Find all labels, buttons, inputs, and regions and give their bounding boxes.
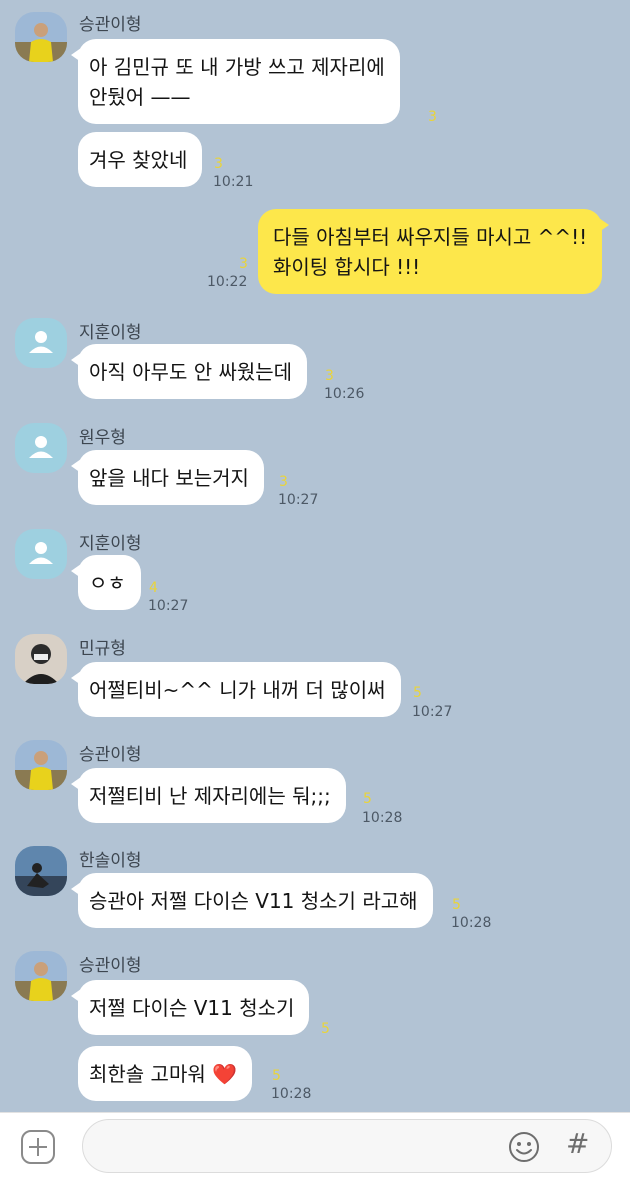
- sender-name: 승관이형: [79, 956, 142, 976]
- emoji-button[interactable]: [508, 1131, 540, 1163]
- message-bubble[interactable]: 겨우 찾았네: [78, 132, 203, 187]
- avatar-wonwoo[interactable]: [15, 423, 67, 473]
- message-line: 다들 아침부터 싸우지들 마시고 ^^!!: [273, 225, 588, 249]
- unread-count: 5: [452, 897, 461, 913]
- timestamp: 10:27: [278, 492, 319, 508]
- avatar-mingyu[interactable]: [15, 634, 67, 684]
- message-bubble[interactable]: 어쩔티비~^^ 니가 내꺼 더 많이써: [71, 662, 401, 717]
- message-bubble[interactable]: 승관아 저쩔 다이슨 V11 청소기 라고해: [71, 873, 433, 928]
- message-bubble[interactable]: 아 김민규 또 내 가방 쓰고 제자리에 안뒀어 ——: [71, 39, 400, 124]
- avatar-seunggwan[interactable]: [15, 12, 67, 62]
- message-input-bar: #: [0, 1112, 630, 1200]
- unread-count: 4: [149, 580, 158, 596]
- timestamp: 10:28: [362, 810, 403, 826]
- default-profile-icon: [29, 542, 53, 564]
- message-bubble[interactable]: 앞을 내다 보는거지: [71, 450, 264, 505]
- profile-photo-icon: [15, 740, 67, 790]
- message-line: 최한솔 고마워 ❤️: [89, 1062, 238, 1086]
- chat-area[interactable]: 승관이형 아 김민규 또 내 가방 쓰고 제자리에 안뒀어 —— 3 겨우 찾았…: [0, 0, 630, 1112]
- unread-count: 3: [279, 474, 288, 490]
- sender-name: 민규형: [79, 639, 126, 659]
- unread-count: 5: [321, 1021, 330, 1037]
- message-line: ㅇㅎ: [89, 571, 126, 595]
- profile-photo-icon: [15, 12, 67, 62]
- hash-icon[interactable]: #: [566, 1127, 589, 1161]
- default-profile-icon: [29, 331, 53, 353]
- message-line: 화이팅 합시다 !!!: [273, 255, 421, 279]
- default-profile-icon: [29, 436, 53, 458]
- unread-count: 3: [325, 368, 334, 384]
- my-message-bubble[interactable]: 다들 아침부터 싸우지들 마시고 ^^!! 화이팅 합시다 !!!: [258, 209, 610, 294]
- sender-name: 지훈이형: [79, 323, 142, 343]
- message-line: 앞을 내다 보는거지: [89, 466, 249, 490]
- message-line: 안뒀어 ——: [89, 85, 191, 109]
- timestamp: 10:28: [271, 1086, 312, 1102]
- avatar-seunggwan[interactable]: [15, 740, 67, 790]
- message-line: 어쩔티비~^^ 니가 내꺼 더 많이써: [89, 678, 386, 702]
- message-line: 저쩔티비 난 제자리에는 둬;;;: [89, 784, 331, 808]
- unread-count: 5: [363, 791, 372, 807]
- sender-name: 한솔이형: [79, 851, 142, 871]
- sender-name: 승관이형: [79, 15, 142, 35]
- avatar-seunggwan[interactable]: [15, 951, 67, 1001]
- message-line: 승관아 저쩔 다이슨 V11 청소기 라고해: [89, 889, 418, 913]
- message-line: 아직 아무도 안 싸웠는데: [89, 360, 293, 384]
- message-line: 겨우 찾았네: [89, 148, 188, 172]
- message-bubble[interactable]: 최한솔 고마워 ❤️: [78, 1046, 253, 1101]
- attach-plus-icon[interactable]: [21, 1130, 55, 1164]
- message-bubble[interactable]: 아직 아무도 안 싸웠는데: [70, 344, 308, 399]
- message-bubble[interactable]: 저쩔티비 난 제자리에는 둬;;;: [71, 768, 346, 823]
- sender-name: 원우형: [79, 428, 126, 448]
- smiley-icon: [509, 1132, 539, 1162]
- timestamp: 10:21: [213, 174, 254, 190]
- unread-count: 3: [214, 156, 223, 172]
- message-bubble[interactable]: ㅇㅎ: [71, 555, 141, 610]
- timestamp: 10:27: [148, 598, 189, 614]
- profile-photo-icon: [15, 634, 67, 684]
- profile-photo-icon: [15, 951, 67, 1001]
- timestamp: 10:27: [412, 704, 453, 720]
- message-line: 저쩔 다이슨 V11 청소기: [89, 996, 295, 1020]
- sender-name: 지훈이형: [79, 534, 142, 554]
- unread-count: 5: [272, 1068, 281, 1084]
- avatar-jihoon[interactable]: [15, 318, 67, 368]
- sender-name: 승관이형: [79, 745, 142, 765]
- timestamp: 10:26: [324, 386, 365, 402]
- profile-photo-icon: [15, 846, 67, 896]
- avatar-jihoon[interactable]: [15, 529, 67, 579]
- message-bubble[interactable]: 저쩔 다이슨 V11 청소기: [70, 980, 310, 1035]
- unread-count: 3: [428, 109, 437, 125]
- unread-count: 3: [239, 256, 248, 272]
- timestamp: 10:22: [207, 274, 248, 290]
- message-line: 아 김민규 또 내 가방 쓰고 제자리에: [89, 55, 385, 79]
- unread-count: 5: [413, 685, 422, 701]
- timestamp: 10:28: [451, 915, 492, 931]
- avatar-hansol[interactable]: [15, 846, 67, 896]
